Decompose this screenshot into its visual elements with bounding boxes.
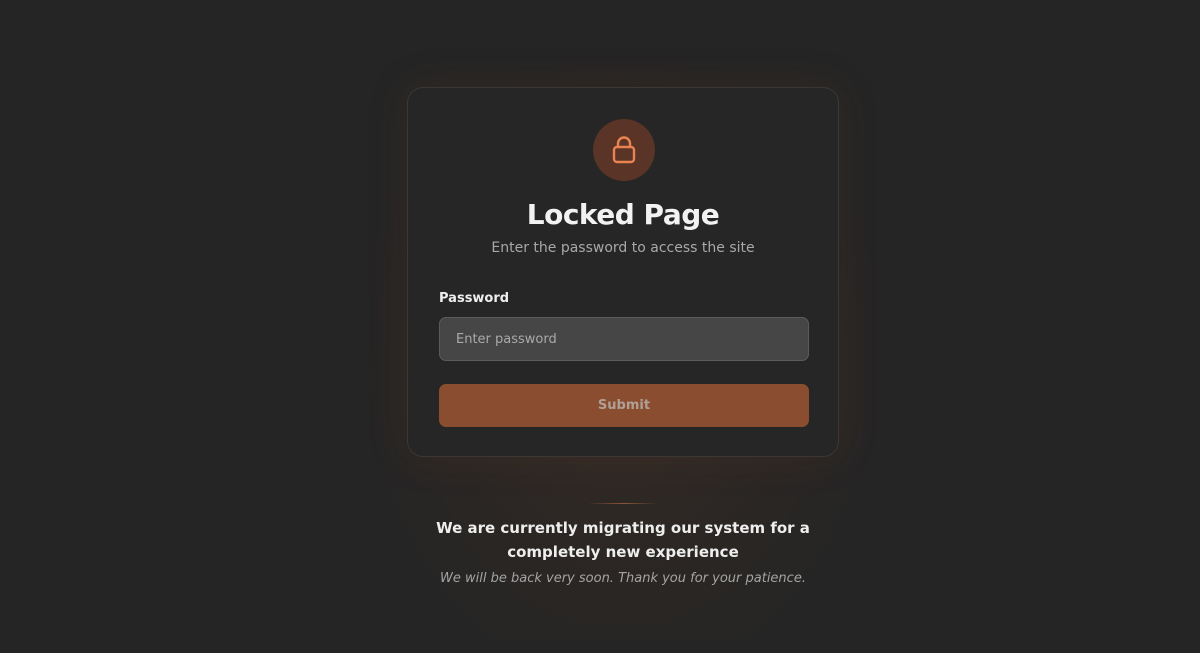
migration-message: We are currently migrating our system fo… <box>436 519 810 561</box>
password-card: Locked Page Enter the password to access… <box>407 87 839 457</box>
submit-button[interactable]: Submit <box>439 384 809 427</box>
password-input[interactable] <box>439 317 809 361</box>
lock-icon <box>612 136 636 164</box>
password-label: Password <box>439 291 510 306</box>
page-title: Locked Page <box>526 198 720 231</box>
patience-message: We will be back very soon. Thank you for… <box>440 571 806 586</box>
locked-page: Locked Page Enter the password to access… <box>0 0 1200 653</box>
section-divider <box>588 503 658 504</box>
lock-badge <box>593 119 655 181</box>
page-subtitle: Enter the password to access the site <box>491 240 755 256</box>
